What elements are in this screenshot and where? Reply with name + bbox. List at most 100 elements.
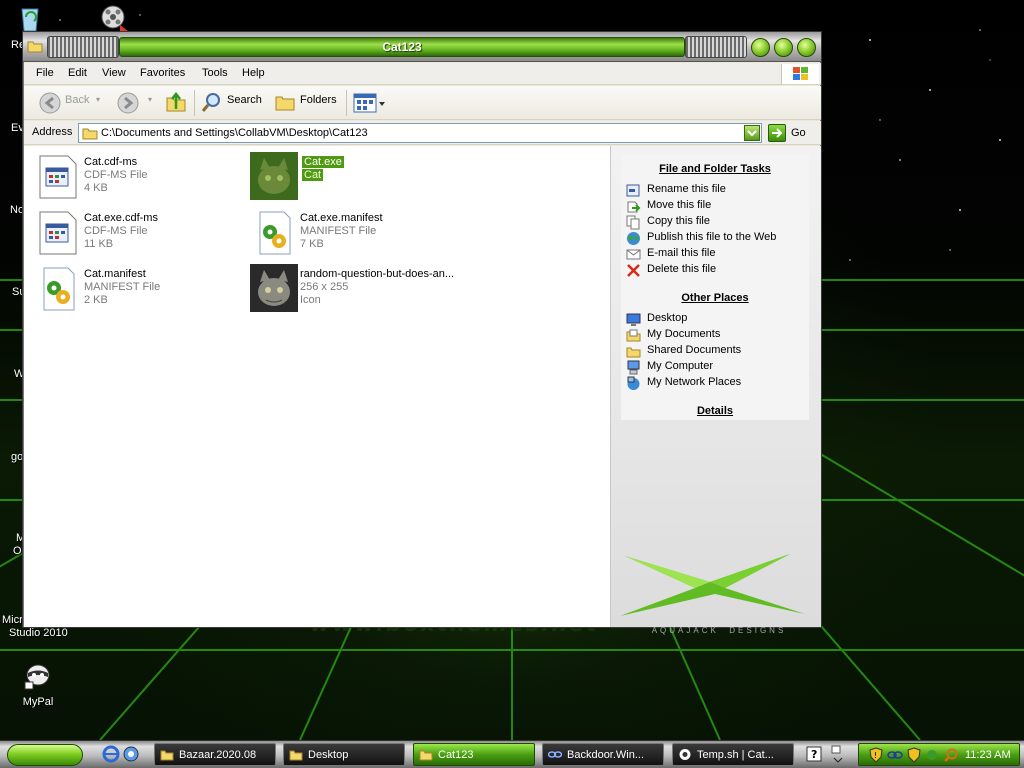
explorer-window: Cat123 File Edit View Favorites Tools He… [22, 31, 822, 635]
menu-edit[interactable]: Edit [68, 67, 87, 79]
cdf-file-icon [39, 155, 77, 199]
svg-text:!: ! [874, 751, 877, 760]
aquajack-x-logo [620, 554, 805, 616]
desktop-link[interactable]: Desktop [647, 312, 687, 324]
mypal-desktop-icon[interactable]: MyPal [8, 658, 68, 708]
taskbar-button-bazaar[interactable]: Bazaar.2020.08 [154, 743, 276, 766]
taskbar-button-cat123[interactable]: Cat123 [413, 743, 535, 766]
search-tray-icon[interactable] [943, 747, 959, 763]
clock[interactable]: 11:23 AM [965, 749, 1011, 761]
taskbar-button-desktop[interactable]: Desktop [283, 743, 405, 766]
menu-file[interactable]: File [36, 67, 54, 79]
film-reel-icon [101, 5, 128, 31]
go-button[interactable] [768, 124, 786, 142]
file-name: Cat.cdf-ms [84, 156, 138, 168]
file-list-view[interactable]: Cat.cdf-ms CDF-MS File 4 KB Cat.exe Cat [24, 146, 610, 627]
go-arrow-icon [772, 128, 783, 138]
back-arrow-icon[interactable] [38, 91, 62, 115]
go-label[interactable]: Go [791, 127, 806, 139]
taskbar-button-backdoor[interactable]: Backdoor.Win... [542, 743, 664, 766]
back-button[interactable]: Back [65, 94, 89, 106]
manifest-file-icon [259, 211, 291, 255]
show-desktop-icon[interactable] [122, 745, 140, 763]
rename-file-link[interactable]: Rename this file [647, 183, 726, 195]
tray-expand-icon[interactable] [830, 744, 844, 764]
network-places-icon [627, 376, 640, 390]
address-dropdown-button[interactable] [744, 125, 760, 141]
my-documents-link[interactable]: My Documents [647, 328, 720, 340]
file-item-cat-exe-manifest[interactable]: Cat.exe.manifest MANIFEST File 7 KB [250, 208, 465, 260]
security-shield-icon[interactable]: ! [869, 747, 883, 763]
email-file-link[interactable]: E-mail this file [647, 247, 715, 259]
other-places-heading[interactable]: Other Places [621, 292, 809, 304]
menu-tools[interactable]: Tools [202, 67, 228, 79]
back-dropdown-icon[interactable]: ▾ [96, 95, 100, 104]
file-name: Cat.exe.manifest [300, 212, 383, 224]
updates-icon[interactable] [925, 748, 939, 762]
mypal-label: MyPal [22, 696, 54, 708]
taskbar-button-label: Temp.sh | Cat... [697, 749, 774, 761]
svg-text:?: ? [811, 748, 817, 761]
visual-studio-label[interactable]: Studio 2010 [9, 627, 68, 639]
internet-explorer-icon[interactable] [102, 745, 120, 763]
windows-flag-icon [793, 67, 808, 80]
copy-file-link[interactable]: Copy this file [647, 215, 710, 227]
file-item-cat-exe[interactable]: Cat.exe Cat [250, 152, 465, 204]
file-item-cat-cdf-ms[interactable]: Cat.cdf-ms CDF-MS File 4 KB [34, 152, 249, 204]
taskbar-button-label: Backdoor.Win... [567, 749, 645, 761]
title-grip-right [685, 36, 747, 58]
cdf-file-icon [39, 211, 77, 255]
delete-icon [627, 264, 640, 277]
visual-studio-label[interactable]: Micr [2, 614, 23, 626]
forward-arrow-icon[interactable] [116, 91, 140, 115]
my-network-places-link[interactable]: My Network Places [647, 376, 741, 388]
network-icon[interactable] [887, 748, 903, 762]
folders-button[interactable]: Folders [300, 94, 337, 106]
search-icon[interactable] [201, 91, 223, 113]
shared-folder-icon [626, 347, 641, 358]
taskbar-button-temp-sh[interactable]: Temp.sh | Cat... [672, 743, 794, 766]
address-value: C:\Documents and Settings\CollabVM\Deskt… [101, 127, 368, 139]
folders-icon[interactable] [274, 92, 296, 112]
task-pane: File and Folder Tasks Rename this file M… [610, 146, 821, 635]
recycle-bin-icon [21, 8, 39, 32]
browser-icon [679, 749, 691, 760]
move-file-link[interactable]: Move this file [647, 199, 711, 211]
help-icon[interactable]: ? [806, 746, 822, 762]
file-name: Cat.manifest [84, 268, 146, 280]
file-item-cat-manifest[interactable]: Cat.manifest MANIFEST File 2 KB [34, 264, 249, 316]
my-computer-link[interactable]: My Computer [647, 360, 713, 372]
start-button[interactable] [7, 744, 83, 766]
desktop-label-fragment[interactable]: O [13, 545, 22, 557]
menu-favorites[interactable]: Favorites [140, 67, 185, 79]
publish-file-link[interactable]: Publish this file to the Web [647, 231, 776, 243]
menu-view[interactable]: View [102, 67, 126, 79]
title-bar[interactable]: Cat123 [23, 32, 821, 62]
file-folder-tasks-heading[interactable]: File and Folder Tasks [621, 163, 809, 175]
delete-file-link[interactable]: Delete this file [647, 263, 716, 275]
search-button[interactable]: Search [227, 94, 262, 106]
folder-up-icon[interactable] [165, 91, 187, 113]
my-documents-icon [626, 329, 641, 342]
details-heading[interactable]: Details [621, 405, 809, 417]
file-item-random-question[interactable]: random-question-but-does-an... 256 x 255… [250, 264, 465, 316]
menu-bar: File Edit View Favorites Tools Help [24, 63, 821, 85]
address-field[interactable]: C:\Documents and Settings\CollabVM\Deskt… [78, 123, 762, 143]
raccoon-icon [24, 664, 50, 690]
maximize-button[interactable] [774, 38, 793, 57]
file-size: 7 KB [300, 238, 324, 250]
forward-dropdown-icon[interactable]: ▾ [148, 95, 152, 104]
file-item-cat-exe-cdf-ms[interactable]: Cat.exe.cdf-ms CDF-MS File 11 KB [34, 208, 249, 260]
toolbar-separator [346, 90, 347, 116]
menu-help[interactable]: Help [242, 67, 265, 79]
file-size: 4 KB [84, 182, 108, 194]
minimize-button[interactable] [751, 38, 770, 57]
views-icon[interactable] [353, 92, 387, 114]
antivirus-shield-icon[interactable] [907, 747, 921, 763]
close-button[interactable] [797, 38, 816, 57]
shared-documents-link[interactable]: Shared Documents [647, 344, 741, 356]
globe-icon [627, 232, 640, 245]
rename-icon [626, 184, 640, 197]
manifest-file-icon [43, 267, 75, 311]
chevron-down-icon [747, 130, 757, 137]
